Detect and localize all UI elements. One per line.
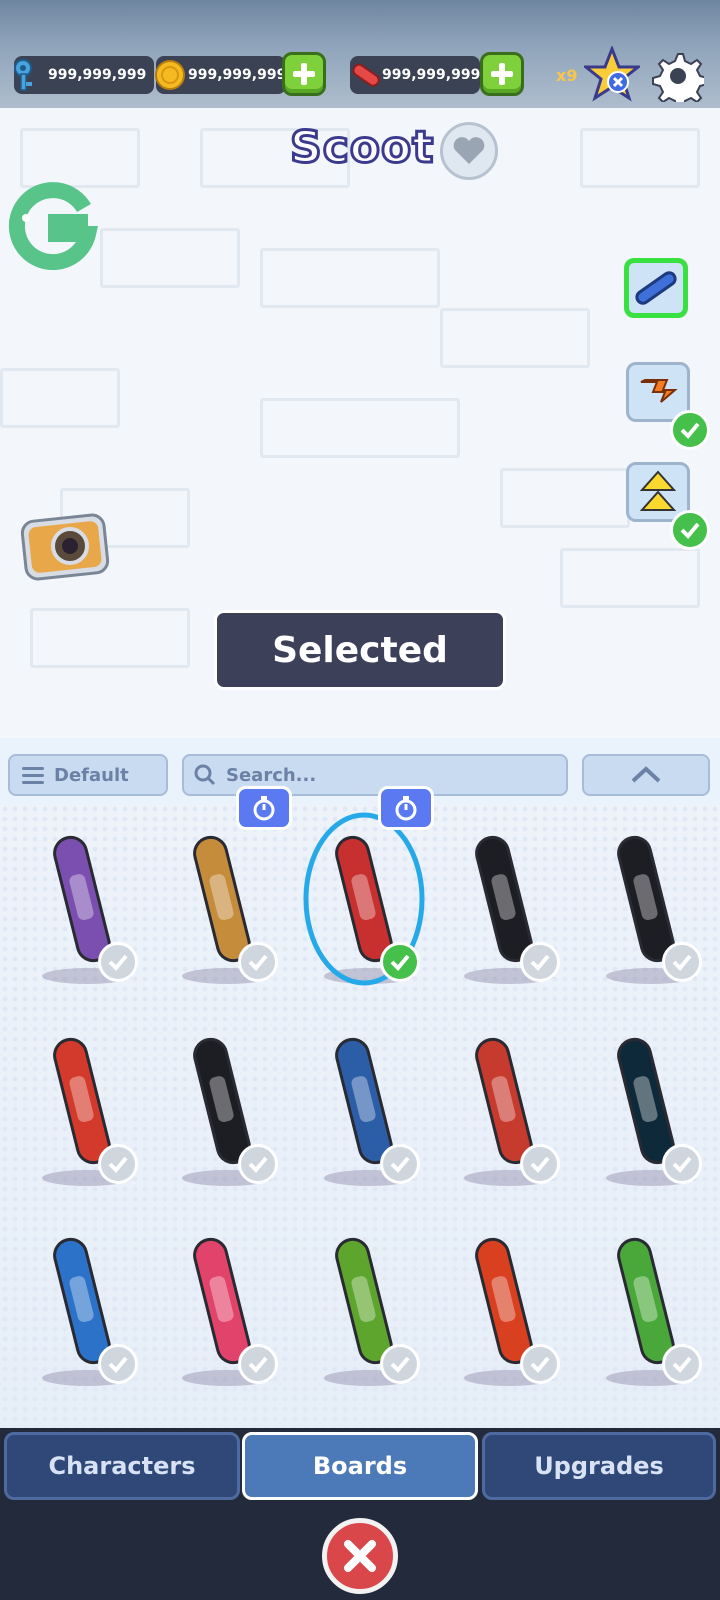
check-icon [530, 954, 550, 971]
timer-badge [378, 786, 434, 830]
check-icon [530, 1356, 550, 1373]
board-item[interactable] [294, 786, 434, 1004]
keys-counter: 999,999,999 [14, 56, 154, 94]
check-icon [108, 1156, 128, 1173]
check-icon [680, 422, 700, 439]
keys-value: 999,999,999 [48, 67, 147, 83]
owned-check [520, 942, 560, 982]
board-item[interactable] [12, 1016, 152, 1206]
board-item[interactable] [434, 1016, 574, 1206]
collapse-button[interactable] [582, 754, 710, 796]
owned-check [520, 1344, 560, 1384]
board-icon [635, 271, 677, 305]
owned-check [98, 1144, 138, 1184]
check-icon [530, 1156, 550, 1173]
search-placeholder: Search... [226, 764, 317, 786]
multiplier-label: x9 [556, 66, 578, 85]
board-item[interactable] [294, 1016, 434, 1206]
board-view-button[interactable] [624, 258, 688, 318]
camera-icon [20, 513, 110, 581]
chevron-up-icon [631, 766, 661, 783]
board-item[interactable] [152, 1216, 292, 1406]
search-icon [194, 764, 216, 786]
check-icon [390, 1156, 410, 1173]
boards-counter: 999,999,999 [350, 56, 480, 94]
owned-check [238, 1144, 278, 1184]
favorite-button[interactable] [440, 122, 498, 180]
key-icon [12, 58, 42, 96]
check-icon [248, 1156, 268, 1173]
tab-upgrades[interactable]: Upgrades [482, 1432, 716, 1500]
timer-badge [236, 786, 292, 830]
owned-check [380, 1344, 420, 1384]
owned-check [98, 1344, 138, 1384]
board-item[interactable] [576, 1216, 716, 1406]
close-icon [344, 1540, 376, 1572]
owned-check [380, 1144, 420, 1184]
board-item[interactable] [294, 1216, 434, 1406]
coins-value: 999,999,999 [188, 67, 287, 83]
check-icon [672, 1156, 692, 1173]
check-icon [248, 954, 268, 971]
add-coins-button[interactable] [282, 52, 326, 96]
check-icon [680, 522, 700, 539]
check-icon [248, 1356, 268, 1373]
coins-counter: 999,999,999 [154, 56, 287, 95]
sort-label: Default [54, 764, 129, 786]
score-multiplier-star-icon[interactable] [581, 44, 643, 102]
double-arrow-up-icon [639, 470, 677, 511]
owned-check [380, 942, 420, 982]
check-icon [672, 954, 692, 971]
check-icon [108, 954, 128, 971]
heart-icon [453, 137, 485, 164]
board-item[interactable] [576, 1016, 716, 1206]
menu-icon [22, 767, 44, 784]
settings-gear-icon[interactable] [652, 50, 708, 109]
powerup-jump-check [670, 510, 710, 550]
check-icon [108, 1356, 128, 1373]
owned-check [662, 1344, 702, 1384]
character-name: Scoot [288, 121, 435, 175]
owned-check [662, 1144, 702, 1184]
coin-icon [154, 59, 186, 95]
powerup-jetpack-check [670, 410, 710, 450]
plus-icon [293, 63, 315, 85]
board-item[interactable] [434, 1216, 574, 1406]
owned-check [238, 1344, 278, 1384]
owned-check [98, 942, 138, 982]
board-item[interactable] [12, 1216, 152, 1406]
owned-check [520, 1144, 560, 1184]
board-item[interactable] [434, 814, 574, 1004]
boards-value: 999,999,999 [382, 67, 481, 83]
plus-icon [491, 63, 513, 85]
board-item[interactable] [12, 814, 152, 1004]
owned-check [662, 942, 702, 982]
check-icon [672, 1356, 692, 1373]
g-logo-icon [6, 178, 99, 271]
selected-button[interactable]: Selected [214, 610, 506, 690]
lightning-arrow-icon [640, 379, 678, 403]
board-item[interactable] [152, 786, 292, 1004]
board-item[interactable] [152, 1016, 292, 1206]
tab-boards[interactable]: Boards [242, 1432, 478, 1500]
board-item[interactable] [576, 814, 716, 1004]
owned-check [238, 942, 278, 982]
sort-dropdown[interactable]: Default [8, 754, 168, 796]
stopwatch-icon [395, 796, 417, 821]
tab-characters[interactable]: Characters [4, 1432, 240, 1500]
check-icon [390, 954, 410, 971]
add-boards-button[interactable] [480, 52, 524, 96]
camera-button[interactable] [18, 504, 112, 584]
check-icon [390, 1356, 410, 1373]
board-currency-icon [348, 58, 382, 96]
stopwatch-icon [253, 796, 275, 821]
close-button[interactable] [322, 1518, 398, 1594]
